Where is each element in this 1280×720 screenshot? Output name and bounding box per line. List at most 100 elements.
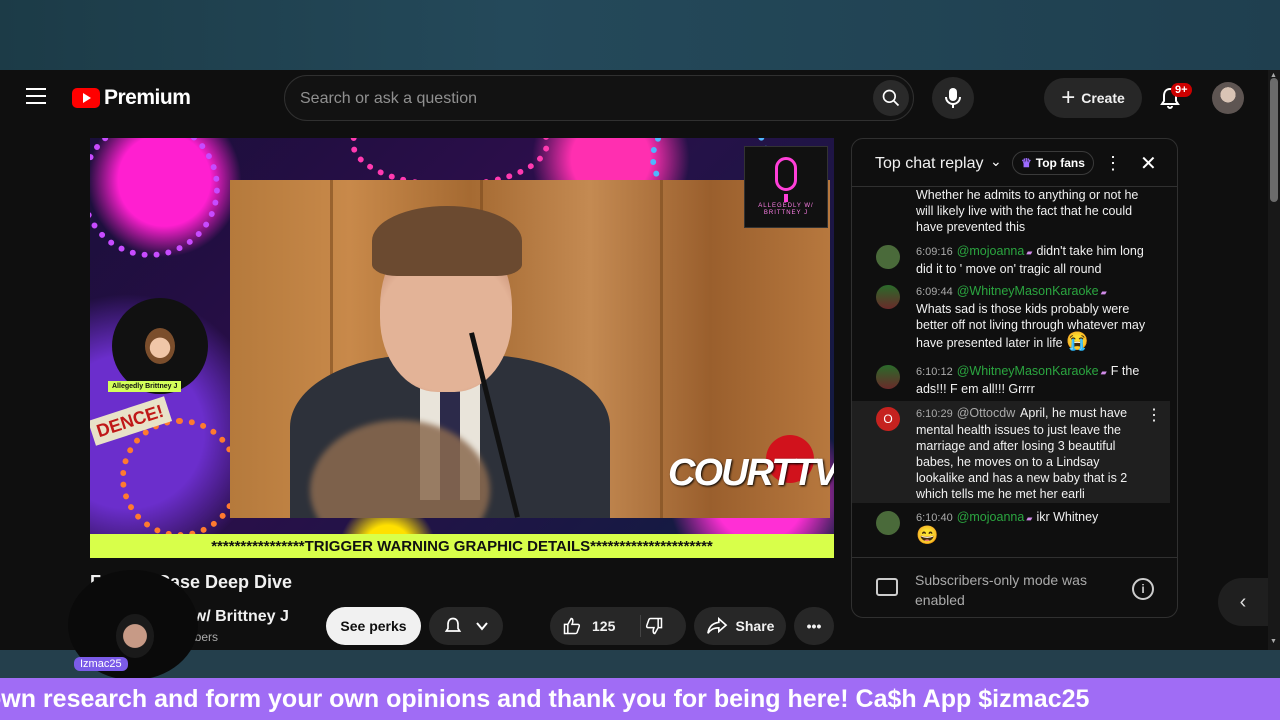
logo-text: Premium [104,86,191,109]
more-actions-button[interactable]: ••• [794,607,834,645]
chat-message-list[interactable]: Whether he admits to anything or not he … [852,187,1177,557]
user-avatar[interactable]: O [876,407,900,431]
share-label: Share [735,618,775,634]
stream-ticker: own research and form your own opinions … [0,678,1280,720]
message-time: 6:10:12 [916,366,953,378]
like-count: 125 [592,618,616,634]
message-emoji: 😄 [916,525,939,545]
thumbs-down-icon[interactable] [644,616,664,636]
microphone-icon [945,88,961,108]
info-icon[interactable]: i [1132,578,1154,600]
streamer-name-tag: Izmac25 [74,657,128,671]
search-box [284,75,914,121]
user-avatar[interactable] [876,365,900,389]
chat-message-text: 6:09:16 @mojoanna ▰ didn't take him long di… [916,244,1144,276]
top-fans-button[interactable]: ♛ Top fans [1012,151,1094,175]
chat-message: 6:09:44 @WhitneyMasonKaraoke ▰Whats sad is… [852,283,1170,353]
create-label: Create [1081,90,1125,106]
member-badge-icon: ▰ [1100,288,1107,297]
chevron-down-icon [476,622,488,631]
courttv-logo: COURTTV [668,452,834,494]
chat-more-icon[interactable]: ⋮ [1104,153,1122,174]
chat-message-text: 6:09:44 @WhitneyMasonKaraoke ▰Whats sad is… [916,284,1146,351]
account-avatar[interactable] [1212,82,1244,114]
masthead: Premium + Create 9+ [0,70,1268,126]
chat-title[interactable]: Top chat replay [875,155,984,173]
ticker-text: own research and form your own opinions … [0,684,1090,713]
voice-search-button[interactable] [932,77,974,119]
message-author: @WhitneyMasonKaraoke [956,284,1099,298]
top-fans-label: Top fans [1035,156,1085,170]
notification-count-badge: 9+ [1171,83,1192,97]
message-author: @Ottocdw [956,406,1016,420]
decorative-swirl [90,138,220,258]
host-webcam [112,298,208,394]
podcast-logo: ALLEGEDLY W/ BRITTNEY J [744,146,828,228]
share-arrow-icon [706,616,727,634]
podcast-microphone-icon [775,157,797,202]
crown-icon: ♛ [1021,156,1032,170]
chat-message: Whether he admits to anything or not he … [852,187,1170,239]
message-time: 6:09:16 [916,246,953,258]
stream-bottom-strip [0,650,1280,678]
message-time: 6:09:44 [916,286,953,298]
search-icon [882,89,900,107]
chat-footer: Subscribers-only mode was enabled i [852,557,1177,617]
like-divider [640,615,641,637]
message-time: 6:10:40 [916,512,953,524]
subscribers-mode-icon [876,578,898,596]
share-button[interactable]: Share [694,607,786,645]
see-perks-button[interactable]: See perks [326,607,421,645]
message-more-icon[interactable]: ⋮ [1146,405,1162,425]
page-scroll-thumb[interactable] [1270,78,1278,202]
wood-panel-line [660,180,663,518]
thumbs-up-icon[interactable] [562,616,582,636]
message-author: @mojoanna [956,244,1025,258]
user-avatar[interactable] [876,285,900,309]
member-badge-icon: ▰ [1100,368,1107,377]
scroll-down-arrow-icon[interactable]: ▼ [1270,638,1277,645]
decorative-swirl [120,418,240,538]
close-icon[interactable]: ✕ [1140,151,1157,176]
chevron-down-icon[interactable]: ⌄ [990,153,1002,170]
notification-bell-icon [444,617,462,632]
more-horizontal-icon: ••• [806,618,822,634]
like-dislike-group: 125 [550,607,686,645]
subscription-bell-button[interactable] [429,607,503,645]
witness-hair [372,206,522,276]
menu-icon[interactable] [26,88,46,106]
podcast-caption: ALLEGEDLY W/ BRITTNEY J [758,203,814,216]
host-name-label: Allegedly Brittney J [108,381,182,392]
live-chat-panel: Top chat replay ⌄ ♛ Top fans ⋮ ✕ Whether… [851,138,1178,618]
stream-top-band [0,0,1280,70]
chat-message: 6:10:12 @WhitneyMasonKaraoke ▰ F the ads!!!… [852,363,1170,399]
search-input[interactable] [300,88,840,110]
chat-message: 6:10:40 @mojoanna ▰ ikr Whitney 😄 [852,509,1170,553]
chat-message-text: Whether he admits to anything or not he … [916,188,1139,234]
chat-header: Top chat replay ⌄ ♛ Top fans ⋮ ✕ [852,139,1177,187]
youtube-play-icon [72,88,100,108]
create-button[interactable]: + Create [1044,78,1142,118]
user-avatar[interactable] [876,245,900,269]
message-time: 6:10:29 [916,408,953,420]
chat-message-hovered: O 6:10:29 @Ottocdw April, he must have me… [852,401,1170,503]
member-badge-icon: ▰ [1026,514,1033,523]
chat-message-text: 6:10:40 @mojoanna ▰ ikr Whitney 😄 [916,510,1099,545]
streamer-face [116,614,154,658]
youtube-premium-logo[interactable]: Premium [72,86,191,110]
search-button[interactable] [873,80,909,116]
host-face [145,328,175,364]
user-avatar[interactable] [876,511,900,535]
message-emoji: 😭 [1066,331,1089,351]
trigger-warning-banner: ****************TRIGGER WARNING GRAPHIC … [90,534,834,558]
video-player[interactable]: COURTTV ALLEGEDLY W/ BRITTNEY J Allegedl… [90,138,834,558]
chat-message: 6:09:16 @mojoanna ▰ didn't take him long di… [852,243,1170,281]
message-author: @WhitneyMasonKaraoke [956,364,1099,378]
subscribers-only-notice: Subscribers-only mode was enabled [915,572,1087,608]
member-badge-icon: ▰ [1026,248,1033,257]
message-author: @mojoanna [956,510,1025,524]
expand-panel-chevron-left-icon[interactable]: ‹ [1218,578,1268,626]
chat-message-text: 6:10:29 @Ottocdw April, he must have ment… [916,406,1128,501]
plus-icon: + [1061,84,1076,111]
chat-message-text: 6:10:12 @WhitneyMasonKaraoke ▰ F the ads!!!… [916,364,1140,396]
